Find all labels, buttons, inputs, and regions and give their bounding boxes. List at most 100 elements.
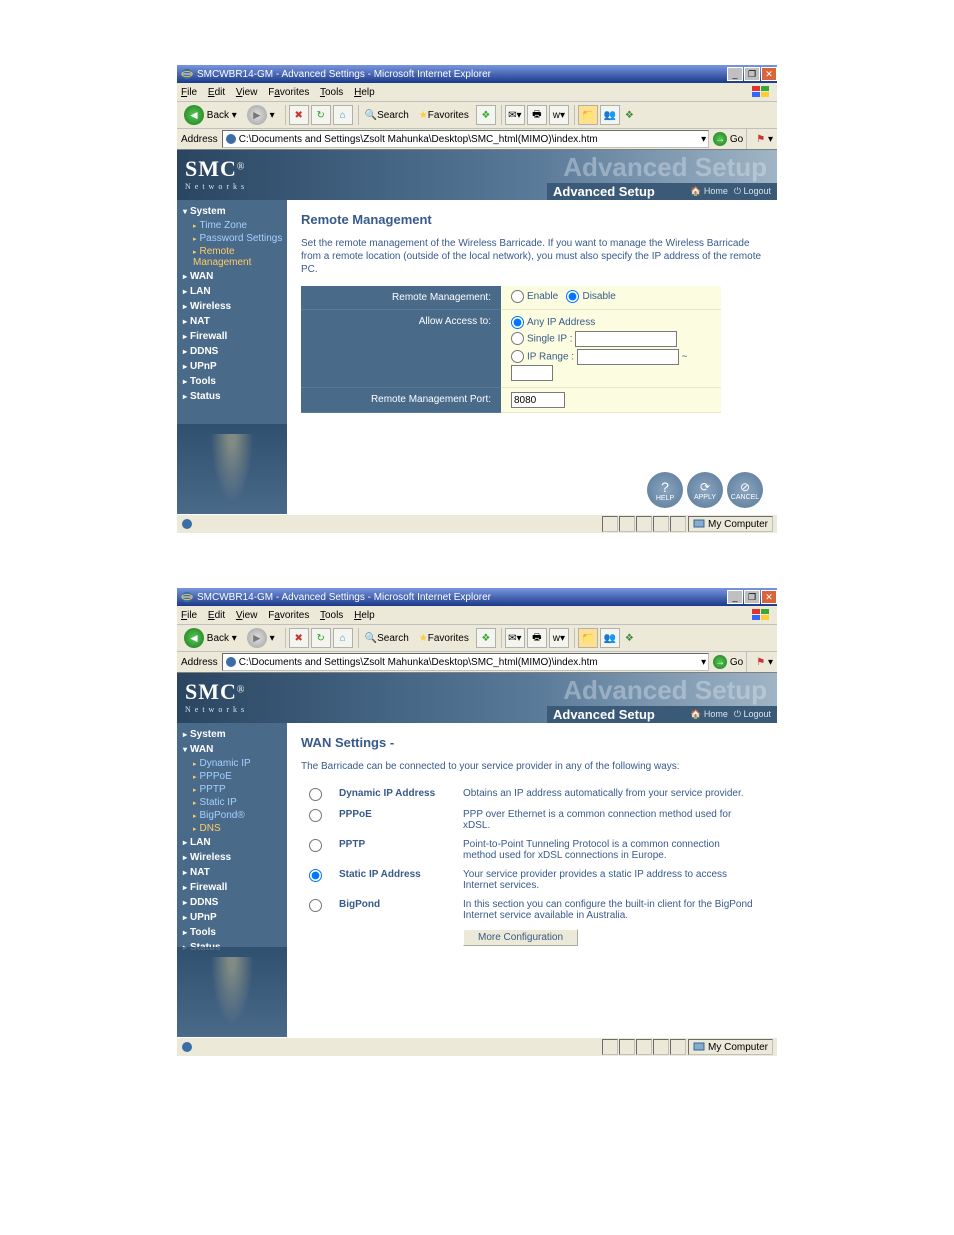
close-button[interactable]: ✕ — [761, 590, 777, 604]
sidebar-wan[interactable]: WAN — [177, 269, 287, 284]
mail-button[interactable]: ✉▾ — [505, 628, 525, 648]
sidebar-tools[interactable]: Tools — [177, 374, 287, 389]
radio-disable[interactable] — [566, 290, 579, 303]
sidebar-upnp[interactable]: UPnP — [177, 910, 287, 925]
input-remote-port[interactable] — [511, 392, 565, 408]
sidebar-ddns[interactable]: DDNS — [177, 344, 287, 359]
links-button[interactable]: ⚑ ▾ — [756, 657, 773, 668]
menu-tools[interactable]: Tools — [320, 87, 343, 98]
sidebar-static-ip[interactable]: Static IP — [177, 796, 287, 809]
edit-button[interactable]: w▾ — [549, 628, 569, 648]
sidebar-wireless[interactable]: Wireless — [177, 850, 287, 865]
sidebar-tools[interactable]: Tools — [177, 925, 287, 940]
back-button[interactable]: ◄ Back ▾ — [181, 104, 240, 126]
sidebar-dns[interactable]: DNS — [177, 822, 287, 835]
address-input[interactable]: C:\Documents and Settings\Zsolt Mahunka\… — [222, 653, 709, 671]
sidebar-bigpond[interactable]: BigPond® — [177, 809, 287, 822]
address-dropdown-icon[interactable]: ▾ — [701, 134, 706, 145]
minimize-button[interactable]: _ — [727, 590, 743, 604]
radio-any-ip[interactable] — [511, 316, 524, 329]
input-ip-range-from[interactable] — [577, 349, 679, 365]
forward-button[interactable]: ► ▾ — [244, 104, 278, 126]
sidebar-remote-management[interactable]: Remote Management — [177, 245, 287, 269]
sidebar-system[interactable]: System — [177, 727, 287, 742]
edit-button[interactable]: w▾ — [549, 105, 569, 125]
extra-button[interactable]: ❖ — [622, 109, 637, 122]
print-button[interactable]: 🖶 — [527, 105, 547, 125]
forward-button[interactable]: ► ▾ — [244, 627, 278, 649]
menu-view[interactable]: View — [236, 87, 258, 98]
radio-dynamic-ip[interactable] — [309, 788, 322, 801]
apply-button[interactable]: ⟳APPLY — [687, 472, 723, 508]
links-button[interactable]: ⚑ ▾ — [756, 134, 773, 145]
sidebar-nat[interactable]: NAT — [177, 314, 287, 329]
menu-tools[interactable]: Tools — [320, 610, 343, 621]
go-button[interactable]: → Go — [713, 132, 743, 146]
print-button[interactable]: 🖶 — [527, 628, 547, 648]
sidebar-nat[interactable]: NAT — [177, 865, 287, 880]
radio-bigpond[interactable] — [309, 899, 322, 912]
menu-file[interactable]: FFileile — [181, 87, 197, 98]
home-link[interactable]: 🏠 Home — [690, 709, 728, 720]
sidebar-timezone[interactable]: Time Zone — [177, 219, 287, 232]
home-link[interactable]: 🏠 Home — [690, 186, 728, 197]
home-button[interactable]: ⌂ — [333, 628, 353, 648]
sidebar-pptp[interactable]: PPTP — [177, 783, 287, 796]
go-button[interactable]: → Go — [713, 655, 743, 669]
more-configuration-button[interactable]: More Configuration — [463, 929, 578, 946]
sidebar-pppoe[interactable]: PPPoE — [177, 770, 287, 783]
discuss-button[interactable]: 👥 — [600, 105, 620, 125]
sidebar-system[interactable]: System — [177, 204, 287, 219]
radio-static-ip[interactable] — [309, 869, 322, 882]
menu-edit[interactable]: Edit — [208, 87, 225, 98]
logout-link[interactable]: ⏻ Logout — [734, 709, 771, 720]
maximize-button[interactable]: ❐ — [744, 590, 760, 604]
history-button[interactable]: ❖ — [476, 105, 496, 125]
menu-help[interactable]: Help — [354, 610, 375, 621]
radio-pptp[interactable] — [309, 839, 322, 852]
favorites-button[interactable]: ★Favorites — [416, 632, 472, 645]
stop-button[interactable]: ✖ — [289, 105, 309, 125]
sidebar-status[interactable]: Status — [177, 389, 287, 404]
input-single-ip[interactable] — [575, 331, 677, 347]
menu-favorites[interactable]: Favorites — [268, 87, 309, 98]
favorites-button[interactable]: ★Favorites — [416, 109, 472, 122]
menu-edit[interactable]: Edit — [208, 610, 225, 621]
folder-button[interactable]: 📁 — [578, 105, 598, 125]
address-input[interactable]: C:\Documents and Settings\Zsolt Mahunka\… — [222, 130, 709, 148]
sidebar-wireless[interactable]: Wireless — [177, 299, 287, 314]
input-ip-range-to[interactable] — [511, 365, 553, 381]
search-button[interactable]: 🔍Search — [362, 632, 412, 645]
close-button[interactable]: ✕ — [761, 67, 777, 81]
search-button[interactable]: 🔍Search — [362, 109, 412, 122]
cancel-button[interactable]: ⊘CANCEL — [727, 472, 763, 508]
maximize-button[interactable]: ❐ — [744, 67, 760, 81]
sidebar-firewall[interactable]: Firewall — [177, 880, 287, 895]
radio-pppoe[interactable] — [309, 809, 322, 822]
stop-button[interactable]: ✖ — [289, 628, 309, 648]
history-button[interactable]: ❖ — [476, 628, 496, 648]
sidebar-upnp[interactable]: UPnP — [177, 359, 287, 374]
sidebar-wan[interactable]: WAN — [177, 742, 287, 757]
refresh-button[interactable]: ↻ — [311, 105, 331, 125]
logout-link[interactable]: ⏻ Logout — [734, 186, 771, 197]
discuss-button[interactable]: 👥 — [600, 628, 620, 648]
menu-help[interactable]: Help — [354, 87, 375, 98]
sidebar-firewall[interactable]: Firewall — [177, 329, 287, 344]
back-button[interactable]: ◄ Back ▾ — [181, 627, 240, 649]
home-button[interactable]: ⌂ — [333, 105, 353, 125]
mail-button[interactable]: ✉▾ — [505, 105, 525, 125]
menu-view[interactable]: View — [236, 610, 258, 621]
radio-ip-range[interactable] — [511, 350, 524, 363]
menu-favorites[interactable]: Favorites — [268, 610, 309, 621]
folder-button[interactable]: 📁 — [578, 628, 598, 648]
sidebar-ddns[interactable]: DDNS — [177, 895, 287, 910]
radio-enable[interactable] — [511, 290, 524, 303]
help-button[interactable]: ?HELP — [647, 472, 683, 508]
sidebar-lan[interactable]: LAN — [177, 835, 287, 850]
refresh-button[interactable]: ↻ — [311, 628, 331, 648]
sidebar-dynamic-ip[interactable]: Dynamic IP — [177, 757, 287, 770]
menu-file[interactable]: File — [181, 610, 197, 621]
minimize-button[interactable]: _ — [727, 67, 743, 81]
sidebar-password[interactable]: Password Settings — [177, 232, 287, 245]
